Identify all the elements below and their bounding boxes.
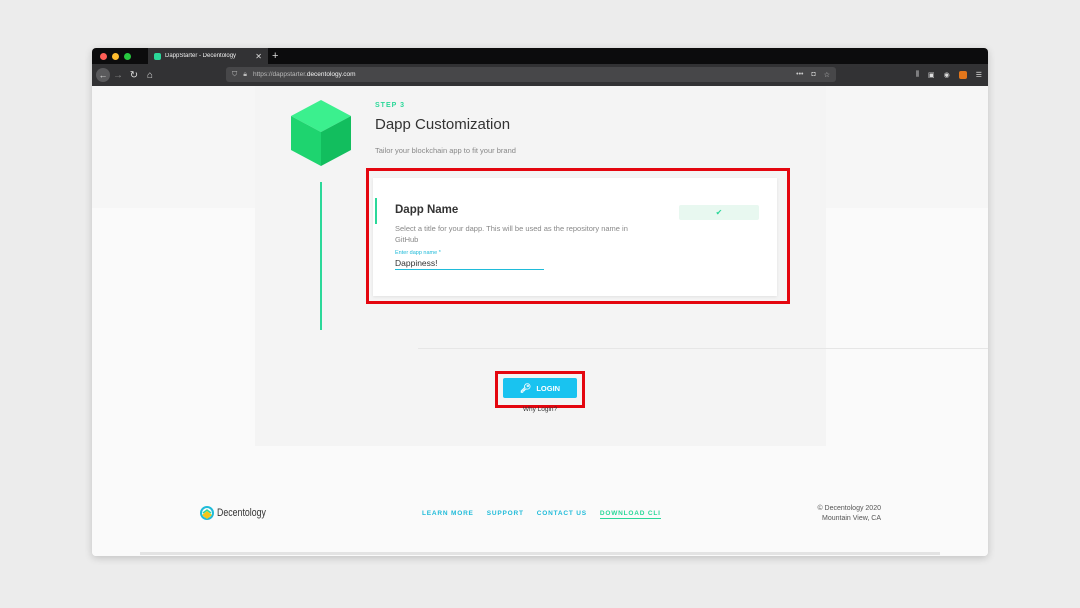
star-icon[interactable]: ☆: [824, 71, 830, 79]
why-login-link[interactable]: Why Login?: [512, 406, 568, 413]
step-label: STEP 3: [375, 102, 405, 109]
new-tab-button[interactable]: +: [272, 48, 278, 64]
footer-link-download-cli[interactable]: DOWNLOAD CLI: [599, 510, 661, 519]
window-controls: [100, 52, 131, 60]
zoom-window-button[interactable]: [124, 52, 131, 60]
page-title: Dapp Customization: [375, 116, 511, 133]
pocket-icon[interactable]: ◘: [811, 71, 815, 79]
home-icon[interactable]: ⌂: [142, 70, 158, 81]
page-content: STEP 3 Dapp Customization Tailor your bl…: [92, 86, 988, 556]
progress-line: [320, 182, 322, 330]
account-icon[interactable]: ◉: [944, 71, 950, 79]
copyright-line: © Decentology 2020: [817, 505, 881, 512]
footer-logo[interactable]: Decentology: [200, 506, 278, 520]
copyright: © Decentology 2020 Mountain View, CA: [817, 504, 881, 524]
metamask-icon[interactable]: [958, 71, 967, 79]
more-icon[interactable]: •••: [796, 71, 803, 79]
location-line: Mountain View, CA: [821, 515, 881, 522]
minimize-window-button[interactable]: [112, 52, 119, 60]
forward-icon[interactable]: →: [110, 70, 126, 81]
section-description: Tailor your blockchain app to fit your b…: [375, 146, 516, 155]
browser-window: DappStarter - Decentology ✕ + ← → ↻ ⌂ ⛉ …: [92, 48, 988, 556]
browser-tab[interactable]: DappStarter - Decentology ✕: [148, 48, 268, 64]
menu-icon[interactable]: ☰: [976, 71, 982, 79]
decentology-logo-icon: [200, 506, 214, 520]
shield-icon[interactable]: ⛉: [232, 71, 237, 79]
footer-link-contact-us[interactable]: CONTACT US: [537, 510, 587, 519]
logo-text: Decentology: [217, 507, 266, 519]
lock-icon[interactable]: 🔒︎: [243, 71, 247, 79]
close-window-button[interactable]: [100, 52, 107, 60]
url-bar[interactable]: ⛉ 🔒︎ https://dappstarter.decentology.com…: [226, 67, 836, 82]
tab-bar: DappStarter - Decentology ✕ +: [92, 48, 988, 64]
footer-link-learn-more[interactable]: LEARN MORE: [422, 510, 474, 519]
tab-close-icon[interactable]: ✕: [255, 52, 262, 61]
highlight-box-login: [495, 371, 585, 408]
navigation-bar: ← → ↻ ⌂ ⛉ 🔒︎ https://dappstarter.decento…: [92, 64, 988, 86]
highlight-box-form: [366, 168, 790, 304]
reload-icon[interactable]: ↻: [126, 70, 142, 81]
url-text[interactable]: https://dappstarter.decentology.com: [253, 71, 356, 78]
tab-title: DappStarter - Decentology: [165, 53, 237, 59]
favicon-icon: [154, 52, 161, 60]
footer-nav: LEARN MORE SUPPORT CONTACT US DOWNLOAD C…: [422, 510, 661, 519]
sidebar-icon[interactable]: ▣: [928, 71, 935, 79]
cube-icon: [291, 100, 351, 166]
footer-link-support[interactable]: SUPPORT: [487, 510, 524, 519]
bottom-shadow-line: [140, 552, 940, 555]
library-icon[interactable]: ⫼: [916, 71, 919, 79]
back-icon[interactable]: ←: [96, 68, 110, 82]
divider: [418, 348, 988, 349]
